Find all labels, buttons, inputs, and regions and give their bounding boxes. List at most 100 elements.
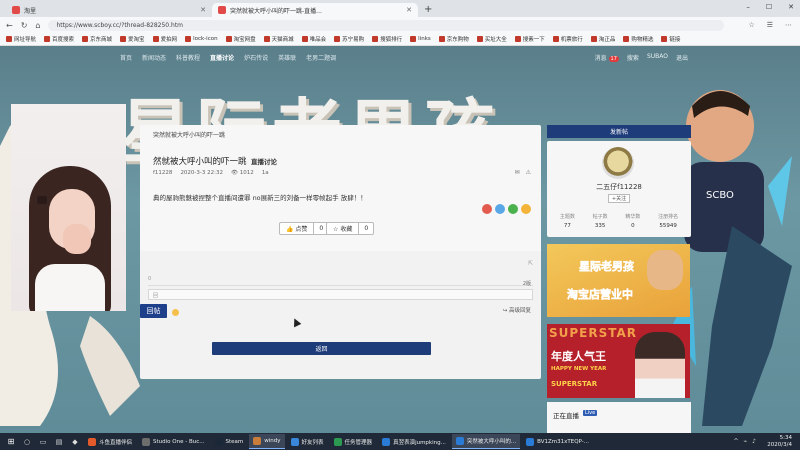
bookmark-item[interactable]: 苏宁易购: [334, 35, 364, 43]
browser-tab[interactable]: 淘里 ✕: [6, 3, 212, 17]
task-view-icon[interactable]: ▭: [36, 435, 50, 449]
home-icon[interactable]: ⌂: [35, 21, 40, 30]
tab-label: 淘里: [24, 7, 37, 15]
taskbar-app[interactable]: BV1Zm31xTEQP-...: [522, 434, 593, 449]
app-icon: [142, 437, 151, 446]
app-icon: [290, 437, 299, 446]
weibo-icon[interactable]: [482, 204, 492, 214]
follow-button[interactable]: +关注: [608, 194, 630, 203]
emoji-icon[interactable]: [172, 309, 179, 316]
notice-link[interactable]: 消息 17: [595, 53, 619, 62]
app-icon[interactable]: ◆: [68, 435, 82, 449]
eye-icon: 👁: [231, 170, 238, 176]
volume-icon[interactable]: ♪: [752, 438, 756, 445]
url-field[interactable]: https://www.scboy.cc/?thread-828250.htm: [48, 19, 724, 31]
qq-icon[interactable]: [495, 204, 505, 214]
submit-reply-button[interactable]: 回帖: [140, 304, 167, 318]
taskbar-app-active[interactable]: 突然被大呼小叫的...: [451, 434, 521, 449]
nav-item[interactable]: 首页: [120, 53, 132, 62]
bookmark-item[interactable]: 京东购物: [438, 35, 469, 43]
bookmark-item[interactable]: 买址大全: [476, 35, 507, 43]
windows-start-icon[interactable]: ⊞: [4, 435, 18, 449]
superstar-banner[interactable]: SUPERSTAR 年度人气王 HAPPY NEW YEAR SUPERSTAR: [547, 324, 690, 398]
back-button[interactable]: 返回: [212, 342, 431, 355]
taskbar-app[interactable]: 斗鱼直播伴侣: [84, 434, 136, 449]
clock[interactable]: 5:34 2020/3/4: [767, 435, 792, 449]
avatar[interactable]: [602, 147, 634, 179]
bookmark-item[interactable]: 爱拍网: [152, 35, 177, 43]
like-button[interactable]: 👍 点赞 0: [279, 222, 330, 235]
advanced-reply-link[interactable]: ↪ 高级回复: [503, 306, 531, 314]
taskbar-app[interactable]: Studio One - Buc...: [138, 434, 208, 449]
bookmark-icon: [82, 36, 89, 42]
nav-item[interactable]: 新闻动态: [142, 53, 166, 62]
nav-item[interactable]: 炉石传说: [244, 53, 268, 62]
bookmark-item[interactable]: 爱淘宝: [120, 35, 145, 43]
bookmark-item[interactable]: 唯品会: [301, 35, 326, 43]
nav-item-active[interactable]: 直播讨论: [210, 53, 234, 62]
post-author[interactable]: f11228: [153, 170, 172, 176]
mail-icon[interactable]: ✉: [515, 169, 520, 176]
bookmark-item[interactable]: 搜素一下: [514, 35, 545, 43]
taskbar-app[interactable]: 真翌表演jumpking...: [378, 434, 450, 449]
wechat-icon[interactable]: [508, 204, 518, 214]
taskbar-app-active[interactable]: windy: [249, 434, 285, 449]
bookmark-item[interactable]: 链接: [661, 35, 680, 43]
bookmark-item[interactable]: 淘正品: [590, 35, 615, 43]
bookmark-item[interactable]: 购物精选: [623, 35, 653, 43]
bookmark-icon: [623, 36, 630, 42]
post-category-tag[interactable]: 直播讨论: [251, 156, 277, 166]
bookmark-item[interactable]: 搜狐排行: [372, 35, 402, 43]
bookmark-item[interactable]: links: [410, 36, 431, 42]
bookmark-item[interactable]: 网址导航: [6, 35, 36, 43]
nav-item[interactable]: 老男二题调: [306, 53, 336, 62]
bookmark-item[interactable]: 淘宝网盘: [225, 35, 256, 43]
minimize-button[interactable]: –: [746, 3, 750, 11]
edge-icon: [382, 437, 391, 446]
browser-tab-active[interactable]: 突然就被大呼小叫的吓一跳-直播... ✕: [212, 3, 418, 17]
post-meta: f11228 2020-3-3 22:32 👁 1012 1a: [153, 170, 269, 176]
bookmark-icon: [514, 36, 521, 42]
bookmark-item[interactable]: 京东商城: [82, 35, 112, 43]
task-manager-icon: [333, 437, 342, 446]
chevron-up-icon[interactable]: ^: [734, 438, 739, 445]
qzone-icon[interactable]: [521, 204, 531, 214]
bookmark-item[interactable]: 百度搜索: [44, 35, 74, 43]
maximize-button[interactable]: ☐: [766, 3, 772, 11]
user-link[interactable]: SUBAO: [647, 53, 668, 62]
app-icon: [88, 437, 96, 446]
refresh-icon[interactable]: ↻: [21, 21, 28, 30]
nav-item[interactable]: 英雄联: [278, 53, 296, 62]
warning-icon[interactable]: ⚠: [526, 169, 531, 176]
logout-link[interactable]: 退出: [676, 53, 688, 62]
menu-icon[interactable]: ⋯: [785, 21, 792, 29]
file-explorer-icon[interactable]: ▤: [52, 435, 66, 449]
new-post-button[interactable]: 发新帖: [547, 125, 691, 138]
superstar-greeting: HAPPY NEW YEAR: [551, 366, 607, 372]
breadcrumb[interactable]: 突然就被大呼小叫的吓一跳: [153, 130, 225, 139]
back-arrow-icon[interactable]: ←: [6, 21, 13, 30]
close-tab-icon[interactable]: ✕: [406, 6, 412, 14]
stat-item: 主题数 77: [559, 214, 575, 229]
expand-icon[interactable]: ⇱: [528, 260, 533, 267]
nav-item[interactable]: 科普教程: [176, 53, 200, 62]
taskbar-app[interactable]: 任务管理器: [330, 434, 377, 449]
author-name[interactable]: 二五仔f11228: [547, 182, 691, 192]
reply-input[interactable]: 回: [148, 289, 533, 300]
close-tab-icon[interactable]: ✕: [200, 6, 206, 14]
taskbar-app[interactable]: Steam: [211, 434, 248, 449]
search-icon[interactable]: ○: [20, 435, 34, 449]
new-tab-button[interactable]: +: [424, 4, 432, 15]
shop-banner[interactable]: 星际老男孩 淘宝店营业中: [547, 244, 690, 317]
bookmark-item[interactable]: lock-icon: [185, 36, 218, 42]
bookmark-item[interactable]: 机票旅行: [552, 35, 583, 43]
favorite-button[interactable]: ☆ 收藏 0: [326, 222, 375, 235]
network-icon[interactable]: ⌁: [744, 438, 748, 445]
search-link[interactable]: 搜索: [627, 53, 639, 62]
star-icon[interactable]: ☆: [748, 21, 754, 29]
close-window-button[interactable]: ✕: [788, 3, 794, 11]
favorites-icon[interactable]: ☰: [767, 21, 773, 29]
bookmark-item[interactable]: 天猫商城: [263, 35, 294, 43]
user-bar: 消息 17 搜索 SUBAO 退出: [595, 53, 688, 62]
taskbar-app[interactable]: 好友列表: [287, 434, 328, 449]
